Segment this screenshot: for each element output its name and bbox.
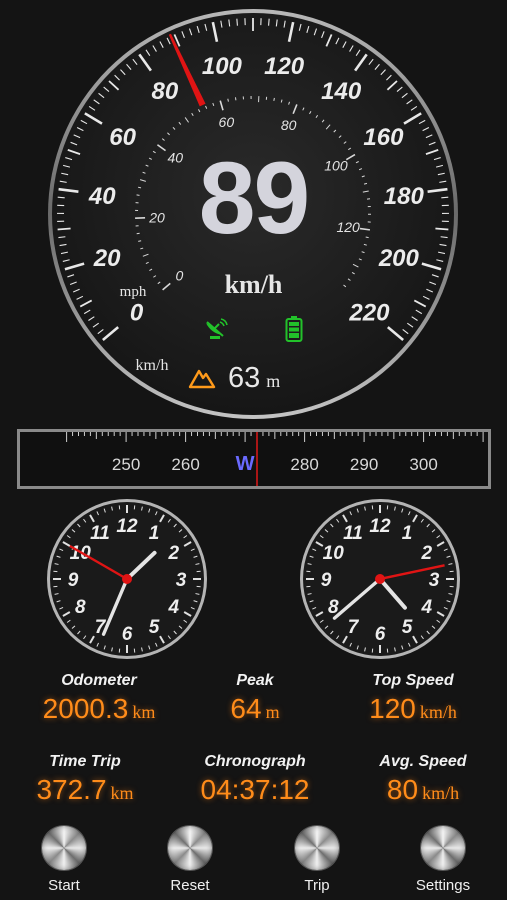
clock-numeral: 12 (369, 516, 391, 537)
compass-degree-label: 250 (112, 455, 140, 474)
start-label[interactable]: Start (19, 877, 109, 894)
peak-label: Peak (236, 672, 274, 689)
settings-label[interactable]: Settings (398, 877, 488, 894)
odometer-value: 2000.3 km (42, 693, 156, 724)
clock-right: 12 1234567891011 (300, 499, 460, 659)
mph-tick (227, 98, 229, 102)
trip-knob-icon[interactable] (295, 826, 339, 870)
top-speed-label: Top Speed (372, 672, 454, 689)
kmh-tick-label: 220 (348, 300, 390, 327)
avg-speed-label: Avg. Speed (379, 753, 467, 770)
start-knob-icon[interactable] (42, 826, 86, 870)
chronograph-value: 04:37:12 (200, 774, 310, 805)
compass-degree-label: 290 (350, 455, 378, 474)
kmh-tick-label: 100 (202, 53, 243, 80)
clock-numeral: 4 (420, 597, 432, 618)
mph-tick (273, 97, 275, 101)
speed-unit: km/h (224, 270, 283, 299)
chronograph-stat: Chronograph 04:37:12 (170, 752, 340, 806)
mountain-icon (188, 369, 216, 389)
peak-value: 64 m (230, 693, 280, 724)
clock-hub (375, 574, 385, 584)
mph-tick-label: 80 (281, 117, 297, 133)
clock-numeral: 3 (176, 570, 187, 591)
clock-numeral: 6 (375, 624, 386, 645)
clock-numeral: 7 (348, 617, 360, 638)
compass-direction-label: W (236, 453, 255, 475)
kmh-tick-label: 0 (130, 300, 144, 327)
clock-numeral: 5 (149, 617, 160, 638)
compass-degree-label: 260 (171, 455, 199, 474)
altitude-unit: m (266, 370, 281, 391)
clock-numeral: 10 (323, 543, 345, 564)
clock-numeral: 3 (429, 570, 440, 591)
kmh-tick-label: 120 (264, 53, 305, 80)
reset-knob-icon[interactable] (168, 826, 212, 870)
top-speed-value: 120 km/h (369, 693, 457, 724)
time-trip-stat: Time Trip 372.7 km (0, 752, 170, 806)
speedometer: 0 20 40 60 80 100 120 140 160 180 200 220 0 20 40 60 80 1… (0, 0, 507, 430)
clock-numeral: 2 (167, 543, 179, 564)
odometer-label: Odometer (61, 672, 137, 689)
battery-icon (285, 316, 303, 342)
avg-speed-value: 80 km/h (386, 774, 460, 805)
clock-numeral: 5 (402, 617, 413, 638)
clock-numeral: 1 (402, 523, 413, 544)
clock-left: 12 1234567891011 (47, 499, 207, 659)
time-trip-label: Time Trip (49, 753, 121, 770)
clock-numeral: 8 (75, 597, 86, 618)
clock-numeral: 6 (122, 624, 133, 645)
clock-numeral: 12 (116, 516, 138, 537)
clock-numeral: 1 (149, 523, 160, 544)
kmh-tick (268, 18, 270, 26)
trip-button[interactable]: Trip (272, 826, 362, 894)
compass-strip: 250 260 W 280 290 300 (17, 429, 491, 489)
altitude-readout: 63 m (188, 362, 280, 394)
clock-numeral: 11 (90, 523, 110, 544)
start-button[interactable]: Start (19, 826, 109, 894)
kmh-tick-label: 80 (151, 78, 178, 105)
kmh-tick-label: 140 (321, 78, 362, 105)
satellite-dish-icon (206, 318, 228, 339)
trip-label[interactable]: Trip (272, 877, 362, 894)
kmh-label: km/h (136, 357, 169, 374)
compass-degree-label: 300 (409, 455, 437, 474)
clock-hub (122, 574, 132, 584)
compass-scale: 250 260 W 280 290 300 (66, 432, 484, 486)
reset-button[interactable]: Reset (145, 826, 235, 894)
time-trip-value: 372.7 km (36, 774, 134, 805)
clock-numeral: 4 (167, 597, 179, 618)
peak-stat: Peak 64 m (170, 671, 340, 725)
settings-button[interactable]: Settings (398, 826, 488, 894)
top-speed-stat: Top Speed 120 km/h (328, 671, 498, 725)
clock-numeral: 11 (343, 523, 363, 544)
altitude-value: 63 (228, 361, 261, 394)
avg-speed-stat: Avg. Speed 80 km/h (338, 752, 507, 806)
kmh-tick (236, 18, 238, 26)
reset-label[interactable]: Reset (145, 877, 235, 894)
speed-readout: 89 (198, 141, 310, 255)
mph-tick-label: 60 (219, 114, 235, 130)
settings-knob-icon[interactable] (421, 826, 465, 870)
clock-numeral: 9 (68, 570, 79, 591)
compass-degree-label: 280 (290, 455, 318, 474)
chronograph-label: Chronograph (204, 753, 306, 770)
clock-numeral: 9 (321, 570, 332, 591)
clock-numeral: 2 (420, 543, 432, 564)
odometer-stat: Odometer 2000.3 km (14, 671, 184, 725)
